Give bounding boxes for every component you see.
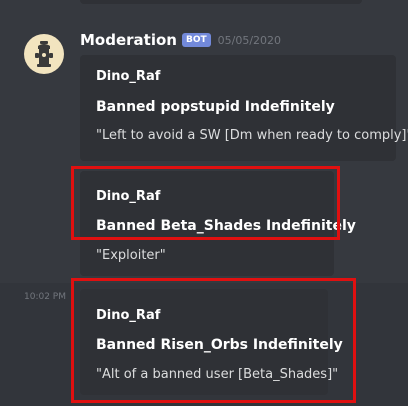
embed-card: Dino_Raf Banned Beta_Shades Indefinitely…: [80, 171, 356, 276]
hover-timestamp: 10:02 PM: [24, 292, 66, 302]
embed-description: "Left to avoid a SW [Dm when ready to co…: [96, 128, 408, 143]
message-date: 05/05/2020: [217, 33, 282, 47]
fire-hydrant-icon: [35, 41, 53, 67]
author-name[interactable]: Moderation: [80, 31, 177, 49]
embed-description: "Exploiter": [96, 248, 166, 263]
message-header: Moderation BOT 05/05/2020: [80, 30, 281, 50]
embed-title: Banned Risen_Orbs Indefinitely: [96, 337, 343, 353]
embed-author: Dino_Raf: [96, 69, 161, 84]
previous-embed: [80, 0, 362, 4]
embed-card: Dino_Raf Banned popstupid Indefinitely "…: [80, 55, 408, 161]
chat-view: Moderation BOT 05/05/2020 Dino_Raf Banne…: [0, 0, 408, 406]
embed-title: Banned popstupid Indefinitely: [96, 99, 335, 115]
embed-title: Banned Beta_Shades Indefinitely: [96, 218, 356, 234]
embed-card: Dino_Raf Banned Risen_Orbs Indefinitely …: [80, 289, 343, 395]
embed-author: Dino_Raf: [96, 189, 161, 204]
avatar[interactable]: [24, 34, 64, 74]
embed-description: "Alt of a banned user [Beta_Shades]": [96, 367, 339, 382]
bot-tag: BOT: [181, 33, 211, 47]
embed-author: Dino_Raf: [96, 308, 161, 323]
